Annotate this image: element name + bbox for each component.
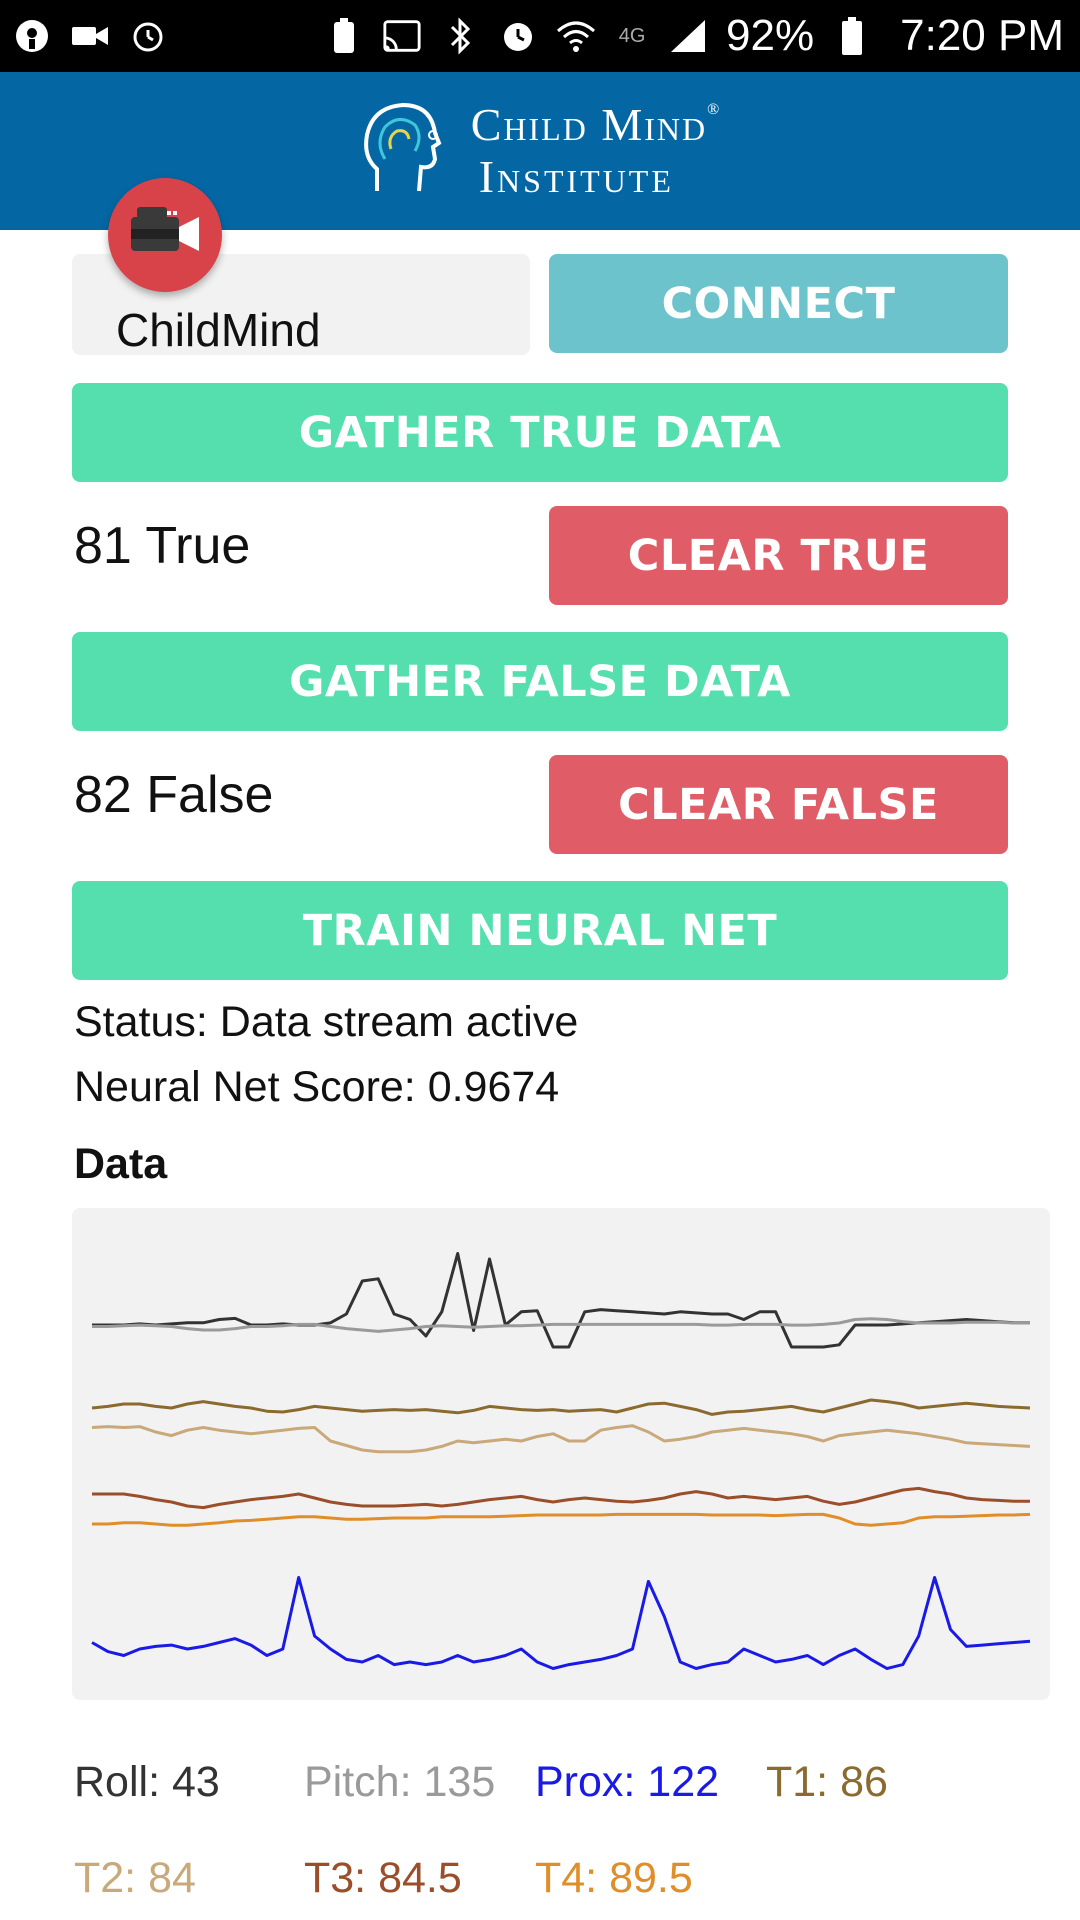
pitch-readout: Pitch: 135 — [304, 1758, 495, 1807]
clear-false-button[interactable]: CLEAR FALSE — [549, 755, 1008, 854]
train-neural-net-button[interactable]: TRAIN NEURAL NET — [72, 881, 1008, 980]
status-bar-right: 4G 92% 7:20 PM — [324, 11, 1064, 61]
clock-time: 7:20 PM — [900, 11, 1064, 61]
status-bar-left — [12, 16, 168, 56]
status-bar: 4G 92% 7:20 PM — [0, 0, 1080, 72]
cast-icon — [382, 16, 422, 56]
logo-line-1-text: Child Mind — [471, 99, 707, 150]
series-line-roll — [92, 1254, 1030, 1348]
t4-readout: T4: 89.5 — [535, 1854, 693, 1903]
t2-readout: T2: 84 — [74, 1854, 196, 1903]
battery-saver-icon — [324, 16, 364, 56]
t3-readout: T3: 84.5 — [304, 1854, 462, 1903]
neural-net-score: Neural Net Score: 0.9674 — [74, 1063, 559, 1112]
roll-readout: Roll: 43 — [74, 1758, 220, 1807]
series-line-t3 — [92, 1488, 1030, 1507]
prox-readout: Prox: 122 — [535, 1758, 719, 1807]
chart-svg — [72, 1208, 1050, 1700]
t1-readout: T1: 86 — [766, 1758, 888, 1807]
signal-strength-icon — [668, 16, 708, 56]
alarm-icon — [498, 16, 538, 56]
battery-icon — [832, 16, 872, 56]
series-line-t1 — [92, 1400, 1030, 1414]
series-line-t4 — [92, 1514, 1030, 1525]
logo-text: Child Mind® Institute — [471, 102, 722, 200]
sensor-data-chart — [72, 1208, 1050, 1700]
video-camera-icon — [127, 203, 203, 268]
battery-percent: 92% — [726, 11, 814, 61]
series-line-t2 — [92, 1426, 1030, 1452]
status-text: Status: Data stream active — [74, 998, 578, 1047]
logo-line-1: Child Mind® — [471, 102, 722, 148]
camera-button[interactable] — [108, 178, 222, 292]
gather-true-data-button[interactable]: GATHER TRUE DATA — [72, 383, 1008, 482]
data-heading: Data — [74, 1140, 167, 1189]
video-camera-icon — [70, 16, 110, 56]
connect-button[interactable]: CONNECT — [549, 254, 1008, 353]
false-count: 82 False — [74, 765, 273, 825]
series-line-prox — [92, 1578, 1030, 1669]
network-type-icon: 4G — [614, 16, 650, 56]
wifi-icon — [556, 16, 596, 56]
true-count: 81 True — [74, 516, 250, 576]
clear-true-button[interactable]: CLEAR TRUE — [549, 506, 1008, 605]
head-profile-icon — [359, 99, 443, 204]
bluetooth-icon — [440, 16, 480, 56]
podcast-icon — [12, 16, 52, 56]
alarm-clock-icon — [128, 16, 168, 56]
logo-line-2: Institute — [471, 154, 722, 200]
child-mind-logo: Child Mind® Institute — [359, 99, 722, 204]
registered-mark: ® — [707, 101, 721, 118]
gather-false-data-button[interactable]: GATHER FALSE DATA — [72, 632, 1008, 731]
